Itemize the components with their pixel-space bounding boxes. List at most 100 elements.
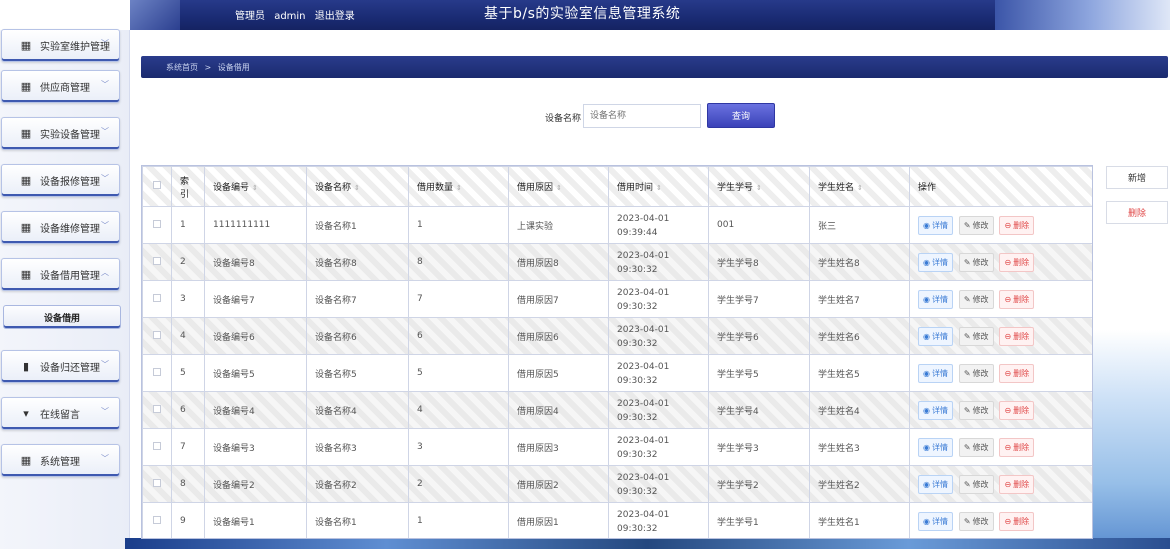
edit-icon: ✎ [963, 516, 971, 526]
sort-icon: ⇕ [857, 184, 863, 192]
header-code[interactable]: 设备编号 ⇕ [204, 166, 307, 207]
edit-button[interactable]: ✎ 修改 [958, 474, 994, 494]
delete-button[interactable]: ⊖ 删除 [999, 289, 1035, 309]
edit-icon: ✎ [963, 442, 971, 452]
delete-button[interactable]: ⊖ 删除 [999, 326, 1035, 346]
logout-link[interactable]: 退出登录 [315, 11, 355, 22]
delete-button[interactable]: ⊖ 删除 [999, 511, 1035, 531]
view-button[interactable]: ◉ 详情 [918, 252, 953, 272]
delete-button[interactable]: ⊖ 删除 [999, 363, 1035, 383]
user-info: 管理员 admin 退出登录 [235, 7, 361, 22]
view-button[interactable]: ◉ 详情 [918, 326, 953, 346]
view-button[interactable]: ◉ 详情 [918, 400, 953, 420]
grid-icon: ▦ [20, 221, 32, 234]
view-button[interactable]: ◉ 详情 [918, 474, 953, 494]
delete-label: 删除 [1013, 405, 1030, 415]
view-button[interactable]: ◉ 详情 [918, 363, 953, 383]
view-button[interactable]: ◉ 详情 [918, 215, 953, 235]
sidebar-item-label: 在线留言 [40, 410, 80, 421]
header-time[interactable]: 借用时间 ⇕ [608, 166, 709, 207]
role-label: 管理员 [235, 11, 265, 22]
cell-time: 2023-04-01 09:39:44 [608, 206, 709, 244]
cell-qty: 1 [408, 502, 509, 538]
edit-label: 修改 [972, 479, 989, 489]
select-all-checkbox[interactable] [153, 181, 161, 189]
eye-icon: ◉ [923, 479, 930, 489]
header-ops: 操作 [909, 166, 1092, 207]
sort-icon: ⇕ [656, 184, 662, 192]
delete-button[interactable]: ⊖ 删除 [999, 400, 1035, 420]
header-label: 设备名称 [315, 183, 352, 193]
row-checkbox[interactable] [153, 293, 161, 302]
breadcrumb-home[interactable]: 系统首页 [166, 63, 198, 72]
sidebar-item-borrow[interactable]: ▦ 设备借用管理 ︿ [1, 258, 120, 291]
delete-button[interactable]: ⊖ 删除 [999, 474, 1035, 494]
header-reason[interactable]: 借用原因 ⇕ [508, 166, 609, 207]
add-button[interactable]: 新增 [1106, 166, 1168, 189]
cell-time: 2023-04-01 09:30:32 [608, 391, 709, 429]
row-checkbox-cell [142, 280, 172, 318]
edit-button[interactable]: ✎ 修改 [958, 400, 994, 420]
select-all-cell [142, 166, 172, 207]
view-button[interactable]: ◉ 详情 [918, 289, 953, 309]
cell-ops: ◉ 详情 ✎ 修改 ⊖ 删除 [909, 465, 1092, 503]
sort-icon: ⇕ [756, 184, 762, 192]
row-checkbox[interactable] [153, 515, 161, 524]
filter-icon: ▾ [23, 407, 29, 420]
view-button[interactable]: ◉ 详情 [918, 437, 953, 457]
edit-button[interactable]: ✎ 修改 [958, 437, 994, 457]
delete-icon: ⊖ [1004, 331, 1012, 341]
header-label: 学生姓名 [818, 183, 855, 193]
sidebar-item-messages[interactable]: ▾ 在线留言 ﹀ [1, 397, 120, 430]
edit-button[interactable]: ✎ 修改 [958, 511, 994, 531]
row-checkbox[interactable] [153, 404, 161, 413]
edit-button[interactable]: ✎ 修改 [958, 289, 994, 309]
edit-label: 修改 [972, 331, 989, 341]
sidebar-item-supplier[interactable]: ▦ 供应商管理 ﹀ [1, 70, 120, 103]
view-button[interactable]: ◉ 详情 [918, 511, 953, 531]
edit-button[interactable]: ✎ 修改 [958, 363, 994, 383]
cell-time: 2023-04-01 09:30:32 [608, 502, 709, 538]
delete-icon: ⊖ [1004, 442, 1012, 452]
cell-name: 设备名称3 [306, 428, 409, 466]
row-checkbox[interactable] [153, 441, 161, 450]
cell-student-name: 学生姓名2 [809, 465, 910, 503]
sidebar-item-lab-maintenance[interactable]: ▦ 实验室维护管理 ﹀ [1, 29, 120, 62]
sidebar-subitem-borrow[interactable]: 设备借用 [3, 305, 121, 329]
header-student-no[interactable]: 学生学号 ⇕ [708, 166, 810, 207]
row-checkbox[interactable] [153, 478, 161, 487]
sidebar-item-system[interactable]: ▦ 系统管理 ﹀ [1, 444, 120, 477]
edit-button[interactable]: ✎ 修改 [958, 215, 994, 235]
delete-label: 删除 [1013, 516, 1030, 526]
sidebar-item-label: 实验设备管理 [40, 130, 100, 141]
delete-button[interactable]: ⊖ 删除 [999, 437, 1035, 457]
sidebar-item-repair[interactable]: ▦ 设备维修管理 ﹀ [1, 211, 120, 244]
row-checkbox-cell [142, 502, 172, 538]
edit-label: 修改 [972, 368, 989, 378]
chevron-down-icon: ﹀ [101, 221, 109, 230]
sidebar-item-return[interactable]: ▮ 设备归还管理 ﹀ [1, 350, 120, 383]
row-checkbox[interactable] [153, 219, 161, 228]
edit-button[interactable]: ✎ 修改 [958, 252, 994, 272]
sort-icon: ⇕ [354, 184, 360, 192]
cell-code: 设备编号1 [204, 502, 307, 538]
search-button[interactable]: 查询 [707, 103, 775, 128]
edit-icon: ✎ [963, 368, 971, 378]
search-input[interactable] [583, 104, 701, 128]
row-checkbox[interactable] [153, 330, 161, 339]
header-name[interactable]: 设备名称 ⇕ [306, 166, 409, 207]
header-qty[interactable]: 借用数量 ⇕ [408, 166, 509, 207]
chevron-down-icon: ﹀ [101, 174, 109, 183]
batch-delete-button[interactable]: 删除 [1106, 201, 1168, 224]
delete-icon: ⊖ [1004, 368, 1012, 378]
sidebar-item-equipment[interactable]: ▦ 实验设备管理 ﹀ [1, 117, 120, 150]
row-checkbox[interactable] [153, 367, 161, 376]
edit-button[interactable]: ✎ 修改 [958, 326, 994, 346]
delete-button[interactable]: ⊖ 删除 [999, 252, 1035, 272]
row-checkbox[interactable] [153, 256, 161, 265]
delete-button[interactable]: ⊖ 删除 [999, 215, 1035, 235]
breadcrumb-current: 设备借用 [217, 63, 250, 72]
cell-code: 设备编号7 [204, 280, 307, 318]
sidebar-item-repair-report[interactable]: ▦ 设备报修管理 ﹀ [1, 164, 120, 197]
header-student-name[interactable]: 学生姓名 ⇕ [809, 166, 910, 207]
